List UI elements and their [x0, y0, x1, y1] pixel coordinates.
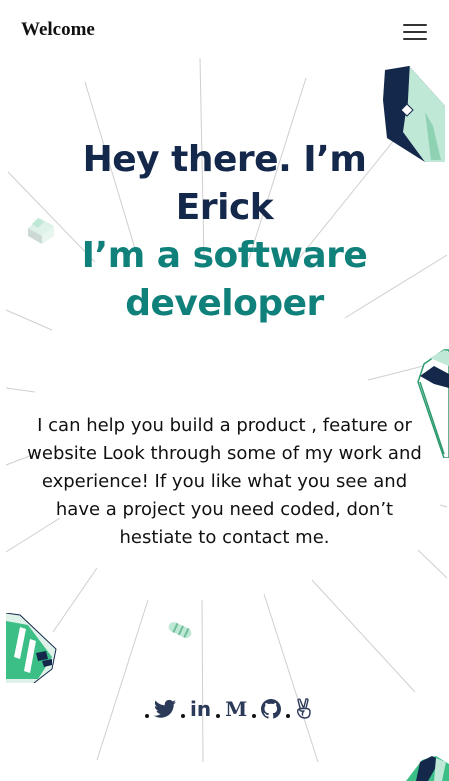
- separator-dot: [216, 714, 221, 718]
- hamburger-menu-icon[interactable]: [402, 22, 428, 42]
- crystal-bottom-left-decoration: [6, 613, 57, 683]
- separator-dot: [181, 714, 185, 718]
- separator-dot: [252, 714, 257, 718]
- hero-greeting: Hey there. I’m: [82, 139, 367, 180]
- capsule-decoration: [168, 622, 192, 638]
- twitter-icon[interactable]: [154, 699, 176, 719]
- github-glyph: [261, 699, 282, 719]
- twitter-glyph: [154, 699, 176, 718]
- angellist-icon[interactable]: [295, 698, 313, 720]
- crystal-bottom-right-decoration: [406, 756, 449, 781]
- hero-role-line1: I’m a software: [81, 235, 368, 276]
- angellist-glyph: [297, 698, 311, 719]
- github-icon[interactable]: [261, 699, 282, 719]
- separator-dot: [145, 714, 149, 718]
- hero-name: Erick: [175, 187, 274, 228]
- top-bar: Welcome: [0, 0, 449, 62]
- hero-heading: Hey there. I’m Erick I’m a software deve…: [0, 136, 449, 328]
- menu-bar: [403, 37, 427, 40]
- site-title[interactable]: Welcome: [21, 19, 95, 41]
- menu-bar: [403, 24, 427, 27]
- linkedin-icon[interactable]: in: [190, 697, 211, 721]
- hero-role-line2: developer: [125, 283, 324, 324]
- separator-dot: [286, 714, 291, 718]
- intro-paragraph: I can help you build a product , feature…: [27, 415, 422, 548]
- social-links: in M: [140, 694, 313, 724]
- medium-icon[interactable]: M: [225, 697, 247, 721]
- menu-bar: [403, 30, 427, 34]
